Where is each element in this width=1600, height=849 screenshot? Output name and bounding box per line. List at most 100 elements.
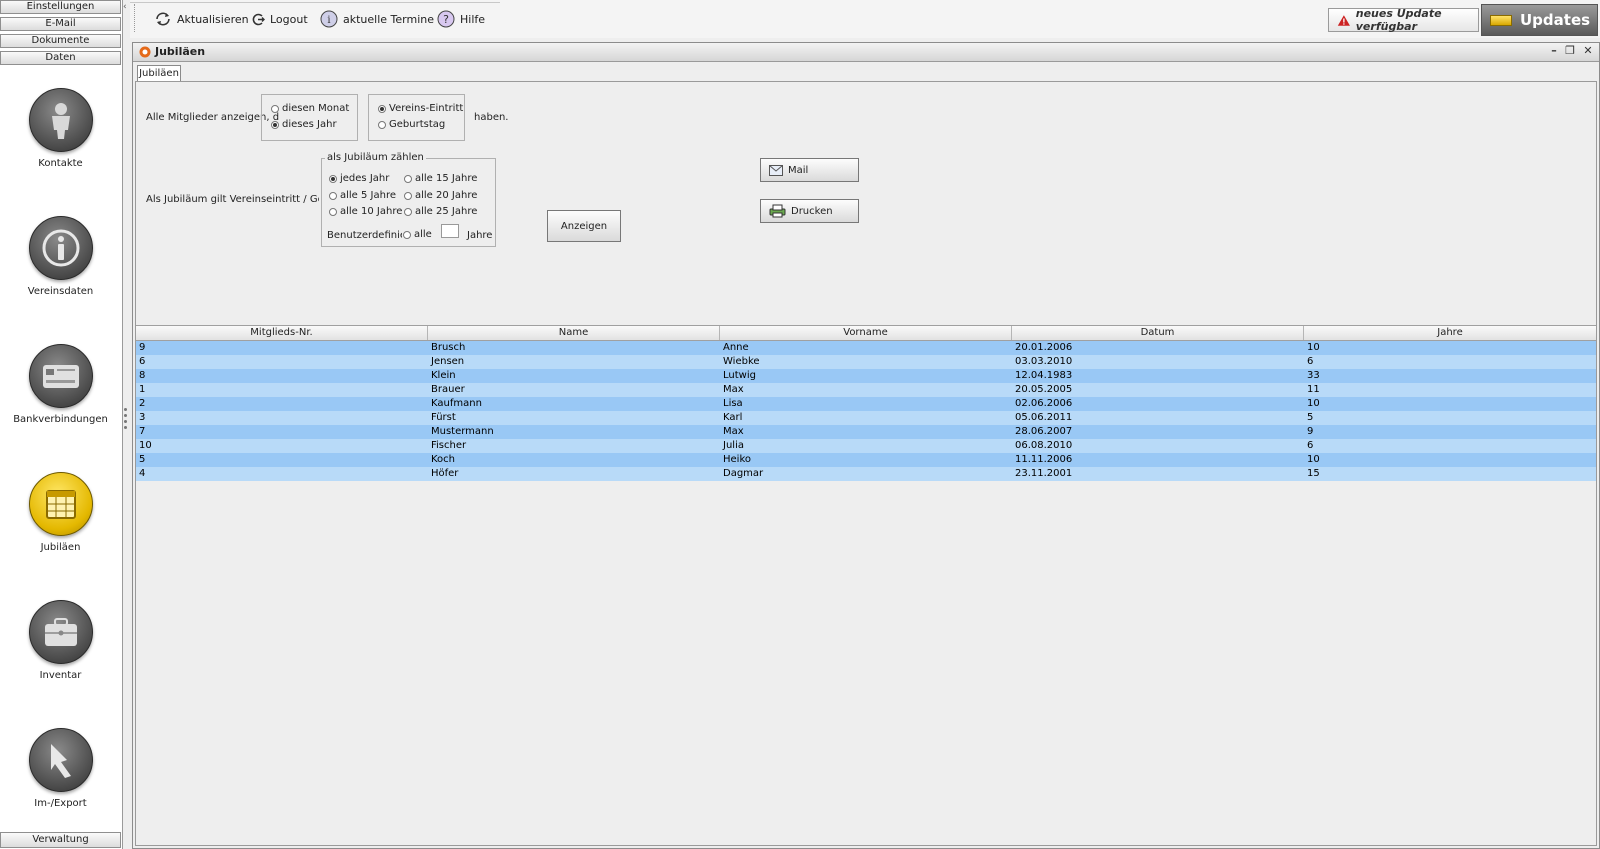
column-header-mitglieds-nr[interactable]: Mitglieds-Nr. bbox=[136, 326, 428, 340]
cell-name: Brauer bbox=[431, 384, 465, 395]
appointments-icon: i bbox=[320, 10, 338, 28]
splitter-handle[interactable] bbox=[124, 408, 128, 438]
table-row[interactable]: 9 Brusch Anne 20.01.2006 10 bbox=[136, 341, 1596, 355]
accordion-verwaltung[interactable]: Verwaltung bbox=[0, 832, 121, 848]
radio-every-25-years[interactable]: alle 25 Jahre bbox=[404, 206, 477, 217]
accordion-email[interactable]: E-Mail bbox=[0, 17, 121, 31]
radio-geburtstag[interactable]: Geburtstag bbox=[378, 119, 445, 130]
update-notice-label: neues Update verfügbar bbox=[1355, 7, 1442, 33]
table-row[interactable]: 4 Höfer Dagmar 23.11.2001 15 bbox=[136, 467, 1596, 481]
radio-label: Geburtstag bbox=[389, 119, 446, 130]
sidebar-item-jubilaeen[interactable]: Jubiläen bbox=[0, 472, 121, 582]
table-row[interactable]: 10 Fischer Julia 06.08.2010 6 bbox=[136, 439, 1596, 453]
radio-every-5-years[interactable]: alle 5 Jahre bbox=[329, 190, 396, 201]
sidebar-item-kontakte[interactable]: Kontakte bbox=[0, 88, 121, 198]
radio-custom[interactable]: alle bbox=[403, 229, 432, 240]
count-group-legend: als Jubiläum zählen bbox=[325, 152, 426, 163]
cell-jahre: 10 bbox=[1307, 342, 1320, 353]
cell-vorname: Heiko bbox=[723, 454, 752, 465]
warning-icon bbox=[1337, 14, 1350, 26]
column-header-name[interactable]: Name bbox=[428, 326, 720, 340]
radio-label: alle 20 Jahre bbox=[415, 190, 478, 201]
cell-vorname: Lisa bbox=[723, 398, 743, 409]
table-row[interactable]: 1 Brauer Max 20.05.2005 11 bbox=[136, 383, 1596, 397]
minimize-icon[interactable]: – bbox=[1547, 44, 1561, 58]
sidebar-item-label: Bankverbindungen bbox=[13, 414, 108, 425]
radio-label: alle 10 Jahre bbox=[340, 206, 403, 217]
radio-label: jedes Jahr bbox=[340, 173, 390, 184]
cell-mitglieds-nr: 8 bbox=[139, 370, 146, 381]
sidebar-item-vereinsdaten[interactable]: Vereinsdaten bbox=[0, 216, 121, 326]
custom-years-input[interactable] bbox=[441, 224, 459, 238]
column-header-datum[interactable]: Datum bbox=[1012, 326, 1304, 340]
mail-button[interactable]: Mail bbox=[760, 158, 859, 182]
cell-name: Fischer bbox=[431, 440, 467, 451]
appointments-button[interactable]: i aktuelle Termine bbox=[320, 10, 434, 28]
tab-jubilaeen[interactable]: Jubiläen bbox=[137, 65, 181, 81]
radio-label: diesen Monat bbox=[282, 103, 350, 114]
help-button[interactable]: ? Hilfe bbox=[437, 10, 485, 28]
cell-jahre: 10 bbox=[1307, 454, 1320, 465]
cell-datum: 20.01.2006 bbox=[1015, 342, 1073, 353]
radio-dot bbox=[271, 104, 279, 113]
mail-icon bbox=[769, 164, 783, 176]
sidebar-item-inventar[interactable]: Inventar bbox=[0, 600, 121, 710]
calendar-icon bbox=[29, 472, 93, 536]
cell-jahre: 33 bbox=[1307, 370, 1320, 381]
jubilee-rule-text: Als Jubiläum gilt Vereinseintritt / Gebu… bbox=[146, 194, 319, 205]
restore-icon[interactable]: ❐ bbox=[1563, 44, 1577, 58]
show-members-text: Alle Mitglieder anzeigen, d bbox=[146, 112, 280, 123]
table-row[interactable]: 8 Klein Lutwig 12.04.1983 33 bbox=[136, 369, 1596, 383]
sidebar-item-label: Kontakte bbox=[38, 158, 83, 169]
export-arrow-icon bbox=[29, 728, 93, 792]
updates-button[interactable]: Updates bbox=[1481, 4, 1598, 36]
radio-every-10-years[interactable]: alle 10 Jahre bbox=[329, 206, 402, 217]
sidebar-item-bankverbindungen[interactable]: Bankverbindungen bbox=[0, 344, 121, 454]
accordion-einstellungen[interactable]: Einstellungen bbox=[0, 0, 121, 14]
logout-button[interactable]: Logout bbox=[252, 10, 308, 28]
toolbar-grip bbox=[134, 4, 137, 32]
cell-mitglieds-nr: 5 bbox=[139, 454, 146, 465]
table-row[interactable]: 6 Jensen Wiebke 03.03.2010 6 bbox=[136, 355, 1596, 369]
table-row[interactable]: 2 Kaufmann Lisa 02.06.2006 10 bbox=[136, 397, 1596, 411]
column-header-vorname[interactable]: Vorname bbox=[720, 326, 1012, 340]
sidebar-item-im-export[interactable]: Im-/Export bbox=[0, 728, 121, 838]
count-radio-group: als Jubiläum zählen jedes Jahr alle 15 J… bbox=[321, 152, 496, 247]
cell-jahre: 15 bbox=[1307, 468, 1320, 479]
radio-this-month[interactable]: diesen Monat bbox=[271, 103, 349, 114]
accordion-dokumente[interactable]: Dokumente bbox=[0, 34, 121, 48]
radio-label: alle bbox=[414, 229, 432, 240]
radio-vereins-eintritt[interactable]: Vereins-Eintritt bbox=[378, 103, 463, 114]
show-button[interactable]: Anzeigen bbox=[547, 210, 621, 242]
radio-every-15-years[interactable]: alle 15 Jahre bbox=[404, 173, 477, 184]
radio-dot bbox=[404, 207, 412, 216]
cell-name: Jensen bbox=[431, 356, 465, 367]
cell-jahre: 6 bbox=[1307, 356, 1314, 367]
info-icon bbox=[29, 216, 93, 280]
accordion-daten[interactable]: Daten bbox=[0, 51, 121, 65]
svg-text:?: ? bbox=[443, 13, 449, 26]
radio-dot bbox=[378, 104, 386, 113]
radio-dot bbox=[329, 191, 337, 200]
radio-every-year[interactable]: jedes Jahr bbox=[329, 173, 389, 184]
radio-this-year[interactable]: dieses Jahr bbox=[271, 119, 337, 130]
collapse-arrow-icon[interactable]: ‹ bbox=[123, 2, 127, 12]
help-label: Hilfe bbox=[460, 12, 486, 26]
custom-label: Benutzerdefiniert bbox=[327, 230, 402, 241]
refresh-button[interactable]: Aktualisieren bbox=[154, 10, 249, 28]
table-row[interactable]: 5 Koch Heiko 11.11.2006 10 bbox=[136, 453, 1596, 467]
table-row[interactable]: 7 Mustermann Max 28.06.2007 9 bbox=[136, 425, 1596, 439]
radio-dot bbox=[404, 174, 412, 183]
table-row[interactable]: 3 Fürst Karl 05.06.2011 5 bbox=[136, 411, 1596, 425]
print-button[interactable]: Drucken bbox=[760, 199, 859, 223]
sidebar-item-label: Jubiläen bbox=[40, 542, 81, 553]
column-header-jahre[interactable]: Jahre bbox=[1304, 326, 1596, 340]
cell-datum: 03.03.2010 bbox=[1015, 356, 1073, 367]
radio-every-20-years[interactable]: alle 20 Jahre bbox=[404, 190, 477, 201]
close-icon[interactable]: ✕ bbox=[1581, 44, 1595, 58]
update-notice-button[interactable]: neues Update verfügbar bbox=[1328, 7, 1479, 33]
cell-name: Klein bbox=[431, 370, 456, 381]
cell-vorname: Dagmar bbox=[723, 468, 764, 479]
jubilaeen-window: Jubiläen – ❐ ✕ Jubiläen Alle Mitglieder … bbox=[132, 42, 1600, 849]
sidebar-item-label: Vereinsdaten bbox=[27, 286, 94, 297]
